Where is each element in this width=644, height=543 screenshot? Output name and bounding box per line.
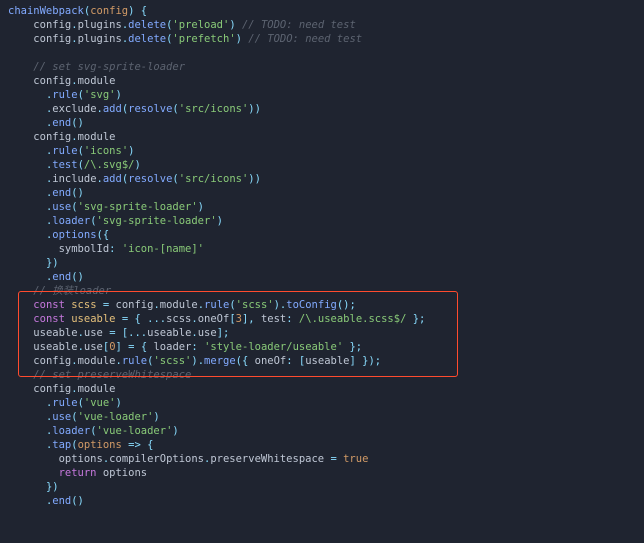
code-line: useable.use[0] = { loader: 'style-loader…	[8, 340, 644, 354]
code-line: .test(/\.svg$/)	[8, 158, 644, 172]
code-line: // set svg-sprite-loader	[8, 60, 644, 74]
code-line: config.plugins.delete('prefetch') // TOD…	[8, 32, 644, 46]
code-line: const scss = config.module.rule('scss').…	[8, 298, 644, 312]
code-editor[interactable]: chainWebpack(config) { config.plugins.de…	[0, 0, 644, 543]
code-line: .end()	[8, 494, 644, 508]
code-line: // set preserveWhitespace	[8, 368, 644, 382]
code-line: const useable = { ...scss.oneOf[3], test…	[8, 312, 644, 326]
code-line: .rule('svg')	[8, 88, 644, 102]
code-line: config.plugins.delete('preload') // TODO…	[8, 18, 644, 32]
code-line: .end()	[8, 186, 644, 200]
code-line: })	[8, 480, 644, 494]
code-line: config.module	[8, 74, 644, 88]
code-line: symbolId: 'icon-[name]'	[8, 242, 644, 256]
code-line: options.compilerOptions.preserveWhitespa…	[8, 452, 644, 466]
code-line: .rule('vue')	[8, 396, 644, 410]
code-line: .tap(options => {	[8, 438, 644, 452]
code-line: .include.add(resolve('src/icons'))	[8, 172, 644, 186]
code-line: .use('svg-sprite-loader')	[8, 200, 644, 214]
code-line: return options	[8, 466, 644, 480]
code-line: .use('vue-loader')	[8, 410, 644, 424]
code-line	[8, 508, 644, 522]
code-line: .end()	[8, 116, 644, 130]
code-line: config.module	[8, 130, 644, 144]
code-line	[8, 46, 644, 60]
code-line: .loader('svg-sprite-loader')	[8, 214, 644, 228]
code-line: })	[8, 256, 644, 270]
code-line: .end()	[8, 270, 644, 284]
code-line: .options({	[8, 228, 644, 242]
code-line: useable.use = [...useable.use];	[8, 326, 644, 340]
code-line: config.module	[8, 382, 644, 396]
code-line: .exclude.add(resolve('src/icons'))	[8, 102, 644, 116]
code-line: chainWebpack(config) {	[8, 4, 644, 18]
code-line: // 换装loader	[8, 284, 644, 298]
code-line: .loader('vue-loader')	[8, 424, 644, 438]
code-line: .rule('icons')	[8, 144, 644, 158]
code-line: config.module.rule('scss').merge({ oneOf…	[8, 354, 644, 368]
